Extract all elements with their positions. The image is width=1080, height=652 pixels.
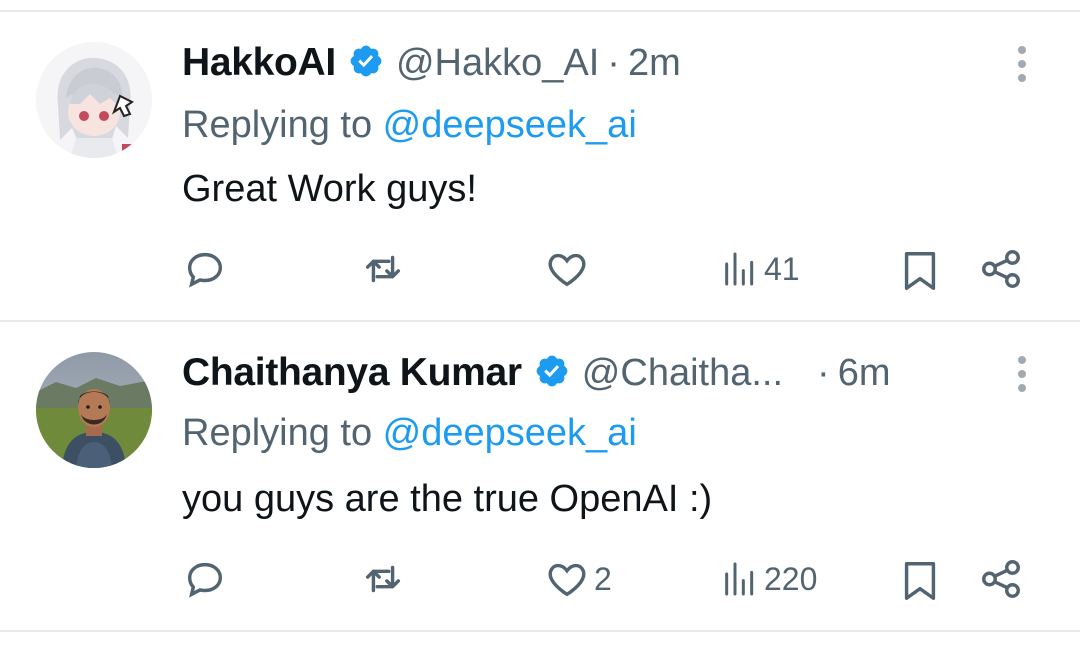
replying-to-line: Replying to @deepseek_ai <box>182 104 637 147</box>
separator-dot: · <box>817 351 830 394</box>
tweet-text: you guys are the true OpenAI :) <box>182 478 713 520</box>
like-button[interactable]: 2 <box>544 554 612 604</box>
timestamp[interactable]: 6m <box>838 352 891 395</box>
separator-dot: · <box>607 41 620 84</box>
view-count: 220 <box>764 560 818 597</box>
reply-button[interactable] <box>182 554 228 604</box>
retweet-icon <box>365 565 401 593</box>
tweet-text: Great Work guys! <box>182 168 477 210</box>
avatar-image <box>36 352 152 468</box>
like-icon <box>548 563 586 597</box>
views-button[interactable]: 220 <box>720 554 817 604</box>
share-icon <box>982 560 1020 598</box>
display-name[interactable]: HakkoAI <box>182 41 336 85</box>
bookmark-icon <box>904 562 936 600</box>
verified-badge-icon <box>522 353 582 394</box>
tweet-item[interactable]: HakkoAI @Hakko_AI · 2m Replying to @deep… <box>0 12 1080 322</box>
views-icon <box>725 252 754 286</box>
share-icon <box>982 250 1020 288</box>
replying-prefix: Replying to <box>182 104 383 146</box>
share-button[interactable] <box>978 554 1024 604</box>
timestamp[interactable]: 2m <box>628 42 681 85</box>
retweet-icon <box>365 255 401 283</box>
avatar[interactable] <box>36 42 152 158</box>
reply-icon <box>187 252 223 288</box>
reply-button[interactable] <box>182 244 228 294</box>
tweet-item[interactable]: Chaithanya Kumar @Chaitha... · 6m Replyi… <box>0 322 1080 630</box>
views-button[interactable]: 41 <box>720 244 800 294</box>
bookmark-button[interactable] <box>900 246 940 296</box>
more-vertical-icon <box>1018 46 1026 82</box>
tweet-header: Chaithanya Kumar @Chaitha... · 6m <box>182 348 890 398</box>
bookmark-button[interactable] <box>900 556 940 606</box>
bookmark-icon <box>904 252 936 290</box>
user-handle[interactable]: @Hakko_AI <box>396 42 599 85</box>
reply-icon <box>187 562 223 598</box>
avatar[interactable] <box>36 352 152 468</box>
like-count: 2 <box>594 560 612 597</box>
view-count: 41 <box>764 250 800 287</box>
like-button[interactable] <box>544 244 594 294</box>
display-name[interactable]: Chaithanya Kumar <box>182 351 522 395</box>
more-options-button[interactable] <box>1008 40 1036 88</box>
replying-to-line: Replying to @deepseek_ai <box>182 412 637 455</box>
avatar-image <box>36 42 152 158</box>
retweet-button[interactable] <box>360 244 406 294</box>
bottom-divider <box>0 630 1080 632</box>
more-vertical-icon <box>1018 356 1026 392</box>
replying-prefix: Replying to <box>182 412 383 454</box>
user-handle[interactable]: @Chaitha... <box>582 352 783 395</box>
verified-badge-icon <box>336 43 396 84</box>
retweet-button[interactable] <box>360 554 406 604</box>
more-options-button[interactable] <box>1008 350 1036 398</box>
views-icon <box>725 562 754 596</box>
like-icon <box>548 253 586 287</box>
mention-link[interactable]: @deepseek_ai <box>383 104 637 146</box>
mention-link[interactable]: @deepseek_ai <box>383 412 637 454</box>
tweet-header: HakkoAI @Hakko_AI · 2m <box>182 38 681 88</box>
share-button[interactable] <box>978 244 1024 294</box>
